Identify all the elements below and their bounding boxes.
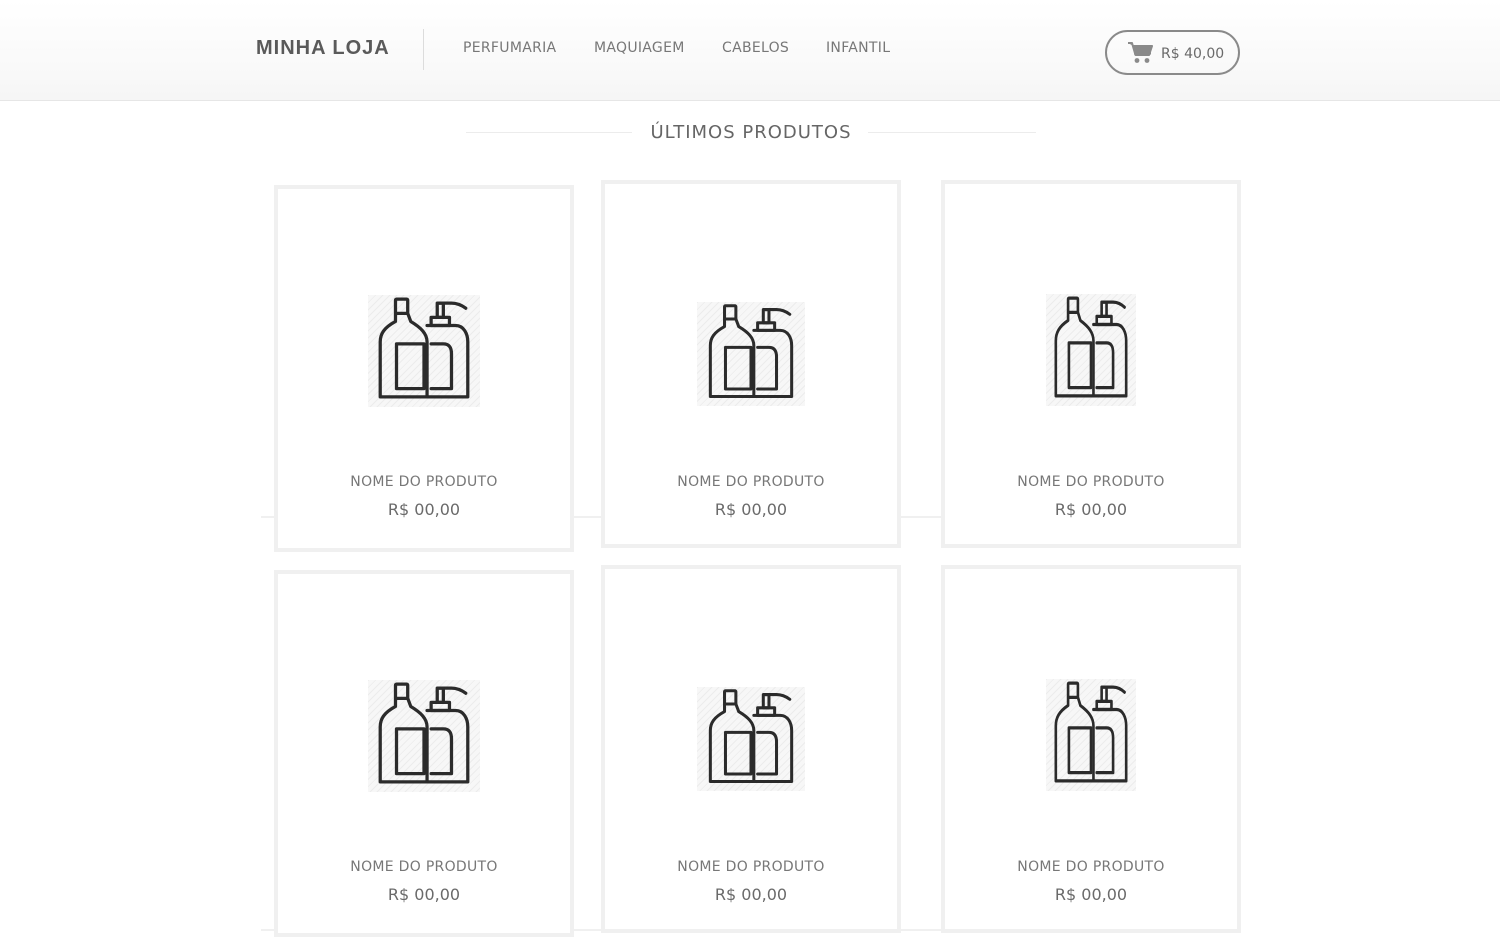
bottles-icon	[1054, 681, 1128, 783]
nav-item-maquiagem[interactable]: MAQUIAGEM	[594, 40, 685, 56]
nav-item-infantil[interactable]: INFANTIL	[826, 40, 890, 56]
bottles-icon	[708, 304, 794, 399]
brand-divider	[423, 29, 424, 70]
bottles-icon	[378, 297, 470, 399]
product-card[interactable]: NOME DO PRODUTO R$ 00,00	[601, 180, 901, 548]
nav-item-perfumaria[interactable]: PERFUMARIA	[463, 40, 556, 56]
nav-item-cabelos[interactable]: CABELOS	[722, 40, 789, 56]
product-name[interactable]: NOME DO PRODUTO	[945, 474, 1237, 490]
product-name[interactable]: NOME DO PRODUTO	[278, 859, 570, 875]
product-price: R$ 00,00	[1054, 500, 1128, 519]
product-card[interactable]: NOME DO PRODUTO R$ 00,00	[274, 570, 574, 937]
product-price: R$ 00,00	[714, 500, 788, 519]
product-image	[368, 680, 480, 792]
product-image	[697, 687, 805, 791]
bottles-icon	[378, 682, 470, 784]
cart-total: R$ 40,00	[1161, 46, 1225, 62]
product-image	[1046, 679, 1136, 791]
cart-button[interactable]: R$ 40,00	[1105, 30, 1240, 75]
product-card[interactable]: NOME DO PRODUTO R$ 00,00	[601, 565, 901, 933]
product-image	[1046, 294, 1136, 406]
product-card[interactable]: NOME DO PRODUTO R$ 00,00	[941, 565, 1241, 933]
product-card[interactable]: NOME DO PRODUTO R$ 00,00	[941, 180, 1241, 548]
brand-logo[interactable]: MINHA LOJA	[256, 37, 390, 60]
product-price: R$ 00,00	[387, 885, 461, 904]
section-heading: ÚLTIMOS PRODUTOS	[466, 118, 1036, 146]
product-card[interactable]: NOME DO PRODUTO R$ 00,00	[274, 185, 574, 552]
product-price: R$ 00,00	[1054, 885, 1128, 904]
product-image	[697, 302, 805, 406]
site-header: MINHA LOJA PERFUMARIA MAQUIAGEM CABELOS …	[0, 0, 1500, 101]
section-title: ÚLTIMOS PRODUTOS	[650, 122, 852, 143]
cart-icon	[1128, 42, 1153, 63]
product-name[interactable]: NOME DO PRODUTO	[605, 474, 897, 490]
product-name[interactable]: NOME DO PRODUTO	[278, 474, 570, 490]
product-price: R$ 00,00	[387, 500, 461, 519]
bottles-icon	[1054, 296, 1128, 398]
bottles-icon	[708, 689, 794, 784]
product-name[interactable]: NOME DO PRODUTO	[945, 859, 1237, 875]
product-image	[368, 295, 480, 407]
product-price: R$ 00,00	[714, 885, 788, 904]
product-name[interactable]: NOME DO PRODUTO	[605, 859, 897, 875]
